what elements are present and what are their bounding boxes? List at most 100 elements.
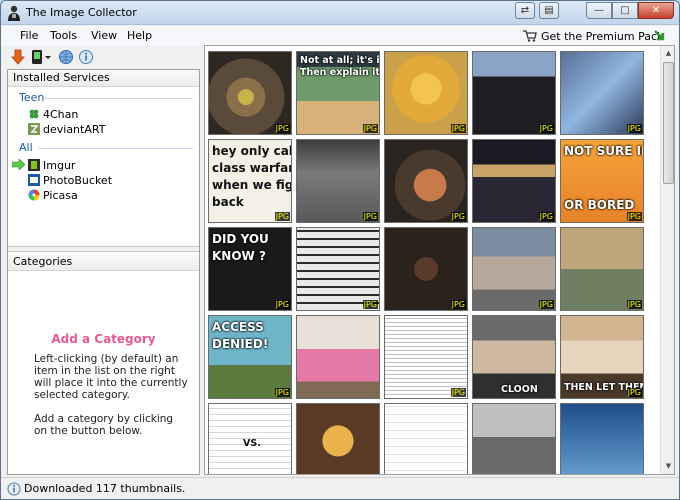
- add-category-title[interactable]: Add a Category: [8, 332, 199, 346]
- file-type-badge: JPG: [362, 212, 378, 221]
- file-type-badge: JPG: [274, 124, 290, 133]
- thumbnail-image: [385, 316, 467, 398]
- thumbnail[interactable]: JPG: [472, 139, 556, 223]
- premium-pack-label: Get the Premium Pack: [541, 29, 664, 43]
- deviantart-icon: [28, 123, 40, 135]
- thumbnail-caption: when we fight: [212, 178, 291, 192]
- thumbnail[interactable]: JPG: [384, 227, 468, 311]
- file-type-badge: JPG: [274, 300, 290, 309]
- thumbnail[interactable]: [296, 403, 380, 474]
- file-type-badge: JPG: [538, 124, 554, 133]
- thumbnail-grid: JPGNot at all; it's incredibly simple.Th…: [204, 45, 675, 475]
- thumbnail[interactable]: ACCESS DENIED! JPG: [208, 315, 292, 399]
- thumbnail[interactable]: [384, 403, 468, 474]
- swap-icon[interactable]: ⇄: [515, 2, 535, 19]
- menu-view[interactable]: View: [91, 29, 117, 42]
- file-type-badge: JPG: [274, 212, 290, 221]
- scroll-down-button[interactable]: ▼: [662, 459, 674, 474]
- imgur-icon: [28, 159, 40, 171]
- info-icon: [7, 482, 21, 496]
- document-icon[interactable]: ▤: [539, 2, 559, 19]
- thumbnail[interactable]: DID YOU KNOW ? JPG: [208, 227, 292, 311]
- thumbnail[interactable]: JPG: [472, 227, 556, 311]
- thumbnail-image: [297, 404, 379, 474]
- thumbnail-image: [385, 404, 467, 474]
- menu-tools[interactable]: Tools: [50, 29, 77, 42]
- minimize-button[interactable]: —: [586, 2, 612, 19]
- file-type-badge: JPG: [538, 212, 554, 221]
- service-photobucket[interactable]: PhotoBucket: [28, 173, 112, 187]
- thumbnail[interactable]: [296, 315, 380, 399]
- service-picasa[interactable]: Picasa: [28, 188, 78, 202]
- thumbnail[interactable]: JPG: [296, 227, 380, 311]
- thumbnail[interactable]: [472, 403, 556, 474]
- maximize-button[interactable]: □: [612, 2, 638, 19]
- premium-pack-link[interactable]: Get the Premium Pack: [523, 28, 663, 44]
- thumbnail[interactable]: JPG: [384, 315, 468, 399]
- file-type-badge: JPG: [362, 124, 378, 133]
- left-panel: Installed Services Teen 4Chan deviantART…: [7, 69, 200, 475]
- group-divider: [38, 148, 193, 149]
- thumbnail[interactable]: JPG: [296, 139, 380, 223]
- thumbnail[interactable]: VS.: [208, 403, 292, 474]
- vertical-scrollbar[interactable]: ▲ ▼: [660, 46, 674, 474]
- service-label: PhotoBucket: [43, 173, 113, 187]
- service-deviantart[interactable]: deviantART: [28, 122, 105, 136]
- file-type-badge: JPG: [626, 124, 642, 133]
- info-icon[interactable]: [78, 49, 94, 65]
- thumbnail[interactable]: JPG: [472, 51, 556, 135]
- phone-dropdown-icon[interactable]: [30, 49, 52, 65]
- menu-file[interactable]: File: [20, 29, 38, 42]
- thumbnail[interactable]: [560, 403, 644, 474]
- globe-icon[interactable]: [58, 49, 74, 65]
- add-category-text-2: Add a category by clicking on the button…: [34, 413, 174, 437]
- thumbnail-caption: DID YOU: [212, 232, 269, 246]
- group-all-label: All: [19, 141, 33, 154]
- thumbnail[interactable]: JPG: [384, 51, 468, 135]
- thumbnail[interactable]: JPG: [384, 139, 468, 223]
- service-imgur[interactable]: Imgur: [28, 158, 75, 172]
- thumbnail-image: [209, 52, 291, 134]
- window-title: The Image Collector: [26, 6, 137, 19]
- add-category-help: Left-clicking (by default) an item in th…: [34, 353, 189, 449]
- thumbnail[interactable]: hey only call class warfare when we fight b…: [208, 139, 292, 223]
- thumbnail-image: [385, 228, 467, 310]
- scroll-up-button[interactable]: ▲: [662, 46, 674, 61]
- file-type-badge: JPG: [362, 300, 378, 309]
- file-type-badge: JPG: [626, 300, 642, 309]
- thumbnail-caption: DENIED!: [212, 337, 269, 351]
- thumbnail-image: [297, 228, 379, 310]
- thumbnail-image: [473, 140, 555, 222]
- selected-arrow-icon: [12, 159, 25, 170]
- thumbnail-caption: class warfare: [212, 161, 291, 175]
- menu-help[interactable]: Help: [127, 29, 152, 42]
- thumbnail-image: [473, 228, 555, 310]
- scroll-thumb[interactable]: [663, 62, 674, 184]
- thumbnail-caption: CLOON: [501, 384, 538, 395]
- thumbnail[interactable]: NOT SURE IF HUNGRY OR BOREDJPG: [560, 139, 644, 223]
- close-button[interactable]: ✕: [638, 2, 674, 19]
- installed-services-header: Installed Services: [8, 70, 199, 87]
- service-label: Imgur: [43, 158, 76, 172]
- thumbnail-image: [385, 52, 467, 134]
- thumbnail[interactable]: JPG: [560, 51, 644, 135]
- thumbnail[interactable]: Not at all; it's incredibly simple.Then …: [296, 51, 380, 135]
- download-icon[interactable]: [10, 49, 26, 65]
- thumbnail-image: [473, 52, 555, 134]
- menu-bar: File Tools View Help Get the Premium Pac…: [1, 26, 679, 46]
- thumbnail-image: [297, 140, 379, 222]
- thumbnail[interactable]: JPG: [208, 51, 292, 135]
- service-4chan[interactable]: 4Chan: [28, 107, 78, 121]
- thumbnail-caption: hey only call: [212, 144, 292, 158]
- service-label: 4Chan: [43, 107, 79, 121]
- file-type-badge: JPG: [538, 300, 554, 309]
- download-arrow-icon[interactable]: [653, 29, 667, 43]
- file-type-badge: JPG: [450, 388, 466, 397]
- thumbnail[interactable]: JPG: [560, 227, 644, 311]
- thumbnail-image: [561, 52, 643, 134]
- panel-splitter[interactable]: [8, 246, 199, 252]
- service-label: deviantART: [43, 122, 106, 136]
- thumbnail[interactable]: CLOON: [472, 315, 556, 399]
- app-icon: [8, 5, 20, 21]
- thumbnail[interactable]: THEN LET THEM JPG: [560, 315, 644, 399]
